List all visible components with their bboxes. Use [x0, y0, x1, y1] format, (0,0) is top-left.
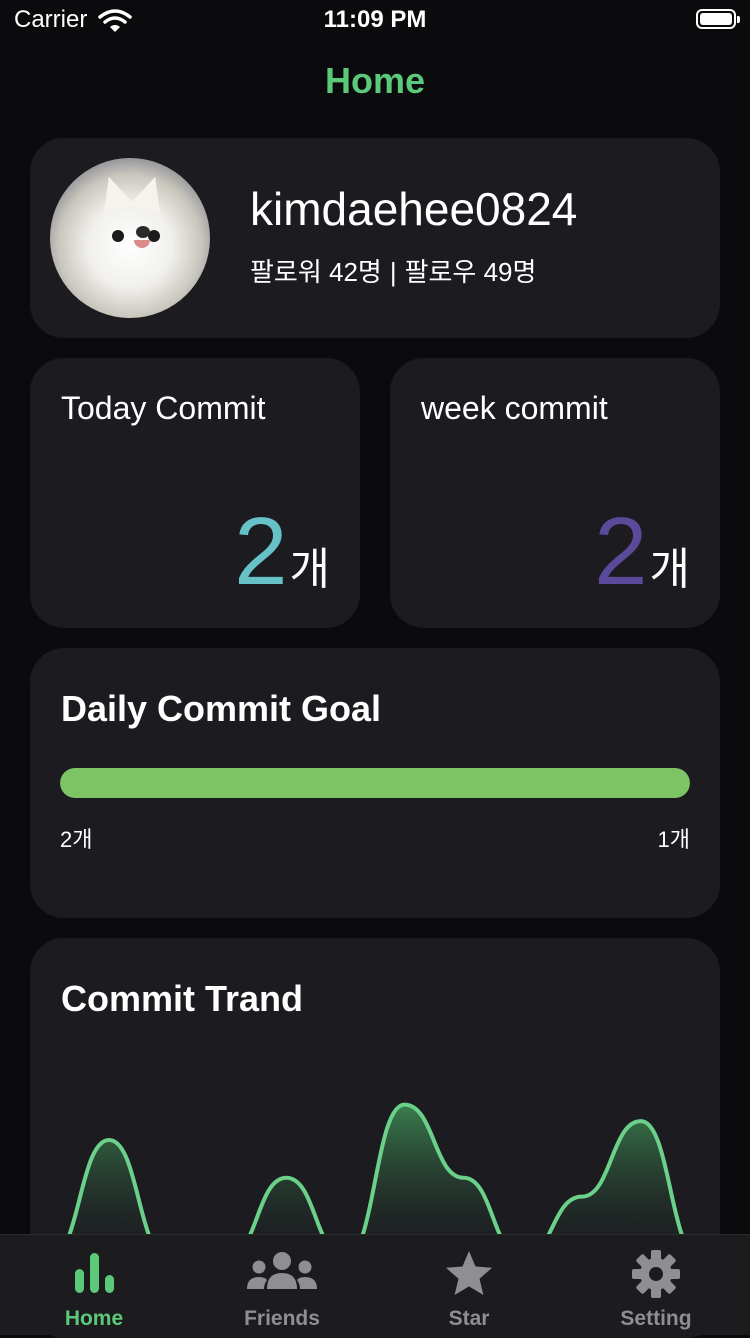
week-commit-title: week commit [421, 390, 608, 426]
avatar[interactable] [50, 158, 210, 318]
status-bar: Carrier 11:09 PM [0, 0, 750, 40]
tab-home-label: Home [64, 1307, 124, 1330]
goal-current-label: 2개 [60, 827, 93, 852]
week-commit-value: 2 개 [594, 504, 690, 600]
following-count: 팔로우 49명 [404, 257, 537, 287]
goal-progress-fill [60, 768, 690, 798]
week-commit-card: week commit 2 개 [390, 358, 720, 628]
status-time: 11:09 PM [323, 6, 427, 33]
tab-bar: Home Friends Star Setting [0, 1234, 750, 1335]
today-commit-unit: 개 [289, 545, 330, 594]
tab-setting-label: Setting [620, 1307, 692, 1330]
commit-trend-title: Commit Trand [61, 978, 304, 1019]
week-commit-unit: 개 [649, 545, 690, 594]
daily-goal-title: Daily Commit Goal [61, 688, 382, 729]
tab-home[interactable]: Home [0, 1235, 188, 1335]
today-commit-card: Today Commit 2 개 [30, 358, 360, 628]
star-icon [446, 1251, 492, 1295]
follow-separator: | [389, 257, 397, 287]
tab-friends[interactable]: Friends [188, 1235, 376, 1335]
username: kimdaehee0824 [250, 183, 578, 235]
people-icon [247, 1252, 317, 1289]
today-commit-title: Today Commit [61, 390, 266, 426]
today-commit-value: 2 개 [234, 504, 330, 600]
week-commit-number: 2 [594, 498, 648, 605]
followers-count: 팔로워 42명 [250, 257, 382, 287]
tab-star-label: Star [448, 1307, 490, 1330]
tab-setting[interactable]: Setting [562, 1235, 750, 1335]
goal-target-label: 1개 [657, 827, 690, 852]
commit-trend-chart [65, 1102, 686, 1238]
today-commit-number: 2 [234, 498, 288, 605]
follow-counts: 팔로워 42명 | 팔로우 49명 [250, 252, 536, 289]
daily-goal-card: Daily Commit Goal 2개 1개 [30, 648, 720, 918]
page-title: Home [324, 60, 426, 101]
bar-chart-icon [75, 1253, 114, 1293]
goal-progress-bar [60, 768, 690, 798]
battery-icon [696, 9, 740, 29]
gear-icon [632, 1250, 680, 1298]
tab-friends-label: Friends [244, 1307, 320, 1330]
tab-star[interactable]: Star [375, 1235, 563, 1335]
profile-card[interactable]: kimdaehee0824 팔로워 42명 | 팔로우 49명 [30, 138, 720, 338]
